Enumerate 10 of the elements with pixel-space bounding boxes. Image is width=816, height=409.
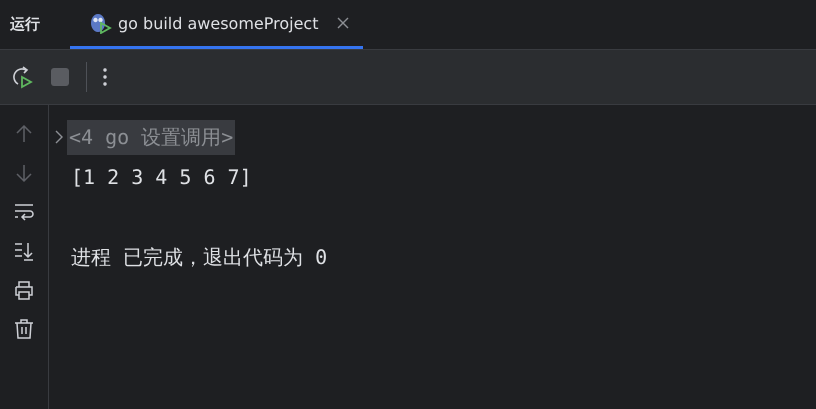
- gopher-run-icon: [90, 12, 112, 34]
- panel-title: 运行: [9, 15, 41, 34]
- rerun-icon[interactable]: [10, 65, 34, 89]
- print-icon[interactable]: [13, 279, 35, 301]
- close-icon[interactable]: [336, 17, 348, 29]
- console-output: 进程 已完成，退出代码为 0: [70, 244, 328, 270]
- trash-icon[interactable]: [13, 318, 35, 340]
- console-output: [1 2 3 4 5 6 7]: [70, 165, 252, 189]
- expand-chevron-icon[interactable]: [55, 130, 63, 144]
- scroll-to-end-icon[interactable]: [13, 240, 35, 262]
